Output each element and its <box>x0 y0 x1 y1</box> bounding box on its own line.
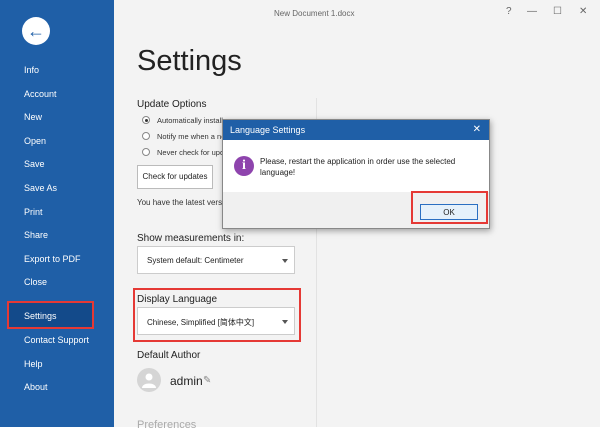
measurements-select[interactable]: System default: Centimeter <box>137 246 295 274</box>
update-options-label: Update Options <box>137 99 207 110</box>
sidebar-item-settings[interactable]: Settings <box>24 310 57 322</box>
back-arrow-icon[interactable]: ← <box>22 17 50 45</box>
window-title: New Document 1.docx <box>274 9 355 18</box>
author-name: admin <box>170 374 203 388</box>
sidebar-item-contact-support[interactable]: Contact Support <box>24 334 89 346</box>
radio-never-check[interactable] <box>142 148 150 156</box>
check-updates-button[interactable]: Check for updates <box>137 165 213 189</box>
dialog-title: Language Settings <box>230 125 306 135</box>
close-icon[interactable]: ✕ <box>579 6 587 17</box>
user-icon <box>142 373 156 388</box>
sidebar-item-close[interactable]: Close <box>24 276 47 288</box>
pencil-icon[interactable]: ✎ <box>203 375 211 386</box>
sidebar: ← Info Account New Open Save Save As Pri… <box>0 0 114 427</box>
measurements-label: Show measurements in: <box>137 233 245 244</box>
sidebar-item-about[interactable]: About <box>24 381 48 393</box>
sidebar-item-save[interactable]: Save <box>24 158 45 170</box>
dialog-title-bar: Language Settings ✕ <box>223 120 489 140</box>
maximize-icon[interactable]: ☐ <box>553 6 562 17</box>
radio-notify[interactable] <box>142 132 150 140</box>
radio-never-check-label: Never check for upda <box>157 148 229 157</box>
close-icon[interactable]: ✕ <box>473 124 481 135</box>
sidebar-item-info[interactable]: Info <box>24 64 39 76</box>
radio-notify-label: Notify me when a ne <box>157 132 226 141</box>
minimize-icon[interactable]: — <box>527 6 537 17</box>
help-icon[interactable]: ? <box>506 6 512 17</box>
sidebar-item-print[interactable]: Print <box>24 206 43 218</box>
radio-auto-install-label: Automatically install <box>157 116 223 125</box>
sidebar-item-export-pdf[interactable]: Export to PDF <box>24 253 81 265</box>
default-author-label: Default Author <box>137 350 201 361</box>
language-highlight-box <box>133 288 301 342</box>
dialog-message: Please, restart the application in order… <box>260 157 456 177</box>
radio-auto-install[interactable] <box>142 116 150 124</box>
update-status-text: You have the latest versi <box>137 198 224 207</box>
sidebar-item-open[interactable]: Open <box>24 135 46 147</box>
preferences-label: Preferences <box>137 419 197 431</box>
sidebar-item-account[interactable]: Account <box>24 88 57 100</box>
sidebar-item-save-as[interactable]: Save As <box>24 182 57 194</box>
page-title: Settings <box>137 45 242 77</box>
sidebar-item-help[interactable]: Help <box>24 358 43 370</box>
measurements-value: System default: Centimeter <box>147 256 244 265</box>
ok-highlight-box <box>411 191 488 224</box>
chevron-down-icon <box>282 259 288 263</box>
sidebar-item-share[interactable]: Share <box>24 229 48 241</box>
info-icon: i <box>234 156 254 176</box>
avatar <box>137 368 161 392</box>
sidebar-item-new[interactable]: New <box>24 111 42 123</box>
